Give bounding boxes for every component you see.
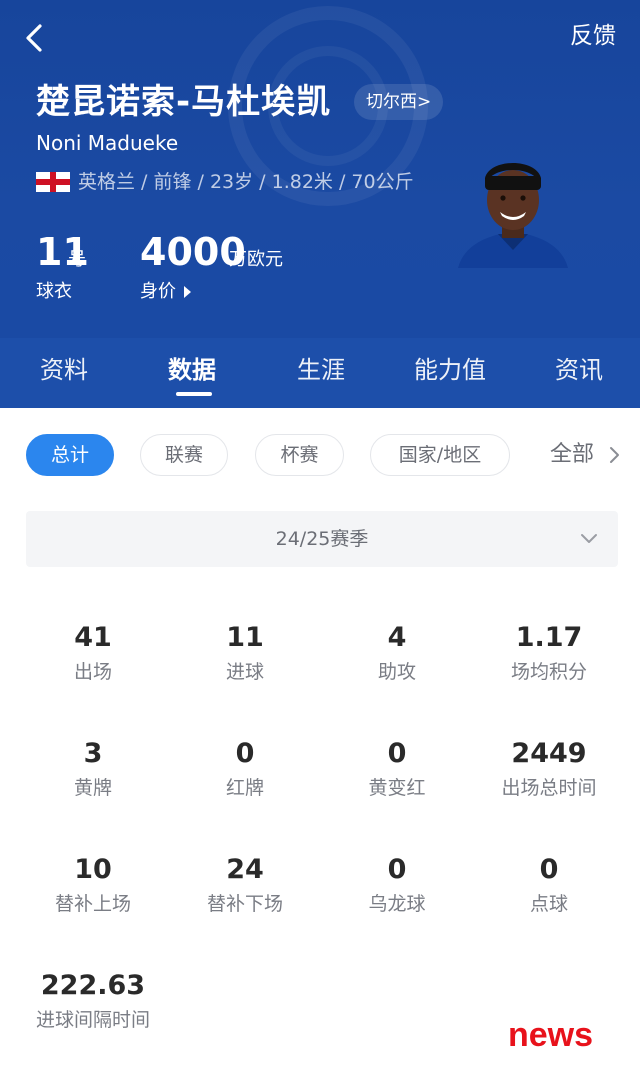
stat-label: 进球间隔时间 xyxy=(35,1009,150,1031)
stat-label: 点球 xyxy=(529,893,568,915)
filter-all-button[interactable]: 全部 xyxy=(550,437,594,473)
stat-points-per-game: 1.17 场均积分 xyxy=(473,620,625,686)
player-avatar xyxy=(458,163,568,268)
filter-league[interactable]: 联赛 xyxy=(140,434,228,476)
tab-career[interactable]: 生涯 xyxy=(266,352,376,388)
club-link[interactable]: 切尔西> xyxy=(354,84,444,120)
stat-label: 红牌 xyxy=(225,777,264,799)
feedback-button[interactable]: 反馈 xyxy=(570,20,616,52)
chevron-down-icon xyxy=(581,534,597,543)
stat-label: 助攻 xyxy=(377,661,416,683)
player-info-line: 英格兰 / 前锋 / 23岁 / 1.82米 / 70公斤 xyxy=(78,171,414,193)
news-watermark: news xyxy=(508,1016,594,1054)
stat-value: 2449 xyxy=(511,738,587,769)
stat-value: 222.63 xyxy=(40,970,146,1001)
stat-value: 4 xyxy=(387,622,407,653)
stat-minutes-per-goal: 222.63 进球间隔时间 xyxy=(17,968,169,1034)
player-name-en: Noni Madueke xyxy=(36,131,179,155)
stat-label: 黄变红 xyxy=(368,777,426,799)
stat-value: 11 xyxy=(226,622,264,653)
chevron-right-icon[interactable] xyxy=(608,446,620,464)
stat-label: 替补上场 xyxy=(54,893,131,915)
active-tab-indicator xyxy=(176,392,212,396)
season-select[interactable]: 24/25赛季 xyxy=(26,511,618,567)
stat-label: 替补下场 xyxy=(206,893,283,915)
stat-yellow-cards: 3 黄牌 xyxy=(17,736,169,802)
stat-goals: 11 进球 xyxy=(169,620,321,686)
stat-value: 0 xyxy=(387,738,407,769)
market-value-link[interactable]: 身价 xyxy=(140,278,176,306)
jersey-label: 球衣 xyxy=(36,281,72,302)
stat-value: 10 xyxy=(74,854,112,885)
tab-ratings[interactable]: 能力值 xyxy=(395,352,505,388)
jersey-number-unit: 号 xyxy=(68,249,86,270)
tab-bar: 资料 数据 生涯 能力值 资讯 xyxy=(0,338,640,408)
stat-sub-on: 10 替补上场 xyxy=(17,852,169,918)
market-value-unit: 万欧元 xyxy=(229,249,283,270)
stat-appearances: 41 出场 xyxy=(17,620,169,686)
stat-value: 0 xyxy=(387,854,407,885)
stat-value: 24 xyxy=(226,854,264,885)
stat-minutes-played: 2449 出场总时间 xyxy=(473,736,625,802)
filter-total[interactable]: 总计 xyxy=(26,434,114,476)
tab-stats[interactable]: 数据 xyxy=(137,352,247,388)
stat-label: 进球 xyxy=(225,661,264,683)
caret-right-icon[interactable] xyxy=(184,286,191,298)
stat-label: 出场 xyxy=(73,661,112,683)
stat-own-goals: 0 乌龙球 xyxy=(321,852,473,918)
back-arrow-icon[interactable] xyxy=(22,22,50,54)
season-select-value: 24/25赛季 xyxy=(275,528,369,550)
stat-assists: 4 助攻 xyxy=(321,620,473,686)
stat-value: 0 xyxy=(235,738,255,769)
filter-cup[interactable]: 杯赛 xyxy=(255,434,344,476)
stat-label: 出场总时间 xyxy=(501,777,597,799)
tab-profile[interactable]: 资料 xyxy=(9,352,119,388)
england-flag-icon xyxy=(36,172,70,192)
stat-sub-off: 24 替补下场 xyxy=(169,852,321,918)
player-name-cn: 楚昆诺索-马杜埃凯 xyxy=(36,82,332,122)
stat-label: 场均积分 xyxy=(510,661,587,683)
stat-value: 41 xyxy=(74,622,112,653)
stat-label: 黄牌 xyxy=(73,777,112,799)
stat-penalties: 0 点球 xyxy=(473,852,625,918)
tab-news[interactable]: 资讯 xyxy=(524,352,634,388)
player-header: 反馈 楚昆诺索-马杜埃凯 切尔西> Noni Madueke 英格兰 / 前锋 … xyxy=(0,0,640,338)
stat-second-yellow: 0 黄变红 xyxy=(321,736,473,802)
filter-national[interactable]: 国家/地区 xyxy=(370,434,510,476)
stat-value: 0 xyxy=(539,854,559,885)
stat-value: 3 xyxy=(83,738,103,769)
stat-value: 1.17 xyxy=(515,622,583,653)
stat-label: 乌龙球 xyxy=(368,893,426,915)
stat-red-cards: 0 红牌 xyxy=(169,736,321,802)
